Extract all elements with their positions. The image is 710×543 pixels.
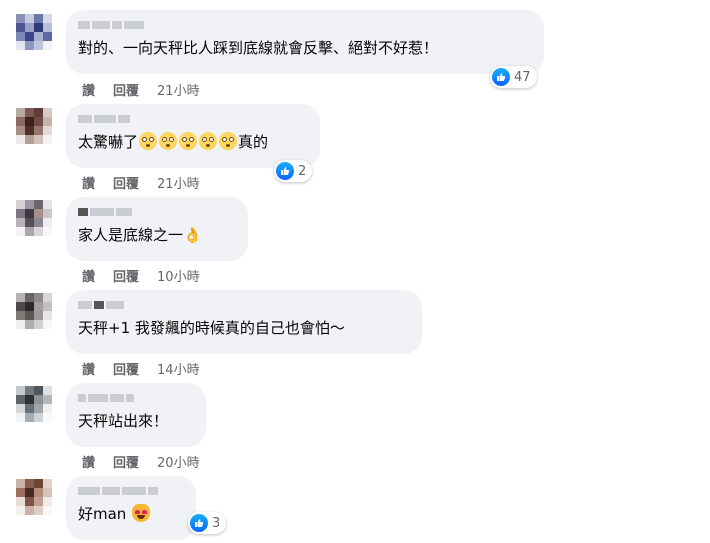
timestamp[interactable]: 20小時	[157, 452, 200, 471]
reply-button[interactable]: 回覆	[113, 80, 139, 99]
flushed-face-icon	[139, 132, 158, 150]
comment-text: 對的、一向天秤比人踩到底線就會反擊、絕對不好惹！	[78, 39, 439, 57]
flushed-face-icon	[219, 132, 238, 150]
like-icon	[276, 162, 294, 180]
timestamp[interactable]: 21小時	[157, 80, 200, 99]
comment-text-main: 好man	[78, 505, 127, 523]
avatar[interactable]	[16, 293, 52, 329]
like-button[interactable]: 讚	[82, 80, 95, 99]
avatar[interactable]	[16, 200, 52, 236]
comment-bubble: 家人是底線之一👌	[66, 197, 248, 261]
comment-bubble: 天秤站出來！	[66, 383, 206, 447]
avatar[interactable]	[16, 14, 52, 50]
like-button[interactable]: 讚	[82, 173, 95, 192]
reaction-count-value: 3	[212, 515, 221, 531]
flushed-face-icon	[199, 132, 218, 150]
author-name-blurred[interactable]	[78, 112, 308, 126]
author-name-blurred[interactable]	[78, 18, 532, 32]
timestamp[interactable]: 21小時	[157, 173, 200, 192]
like-button[interactable]: 讚	[82, 359, 95, 378]
comment-bubble: 太驚嚇了 真的	[66, 104, 320, 168]
avatar[interactable]	[16, 108, 52, 144]
like-button[interactable]: 讚	[82, 452, 95, 471]
author-name-blurred[interactable]	[78, 484, 184, 498]
comment-actions: 讚 回覆 10小時	[82, 266, 200, 285]
comment-bubble: 天秤+1 我發飆的時候真的自己也會怕～	[66, 290, 422, 354]
author-name-blurred[interactable]	[78, 298, 410, 312]
comment-text: 天秤+1 我發飆的時候真的自己也會怕～	[78, 319, 345, 337]
comment-text: 太驚嚇了 真的	[78, 132, 308, 152]
comment-text-suffix: 真的	[238, 133, 269, 151]
flushed-face-icon	[179, 132, 198, 150]
flushed-face-icon	[159, 132, 178, 150]
author-name-blurred[interactable]	[78, 391, 194, 405]
reaction-count-value: 47	[514, 69, 531, 85]
reply-button[interactable]: 回覆	[113, 266, 139, 285]
reaction-count-value: 2	[298, 163, 307, 179]
smiling-cat-heart-eyes-icon	[132, 504, 151, 522]
like-button[interactable]: 讚	[82, 266, 95, 285]
avatar[interactable]	[16, 479, 52, 515]
comment-text-main: 家人是底線之一	[78, 226, 184, 244]
reply-button[interactable]: 回覆	[113, 359, 139, 378]
reaction-count[interactable]: 3	[188, 512, 227, 534]
comment-bubble: 對的、一向天秤比人踩到底線就會反擊、絕對不好惹！	[66, 10, 544, 74]
reply-button[interactable]: 回覆	[113, 452, 139, 471]
comment-actions: 讚 回覆 20小時	[82, 452, 200, 471]
reaction-count[interactable]: 2	[274, 160, 313, 182]
timestamp[interactable]: 14小時	[157, 359, 200, 378]
comment-actions: 讚 回覆 14小時	[82, 359, 200, 378]
like-icon	[492, 68, 510, 86]
comment-bubble: 好man	[66, 476, 196, 540]
comment-text: 天秤站出來！	[78, 412, 169, 430]
comment-actions: 讚 回覆 21小時	[82, 173, 200, 192]
comment-text-prefix: 太驚嚇了	[78, 133, 139, 151]
timestamp[interactable]: 10小時	[157, 266, 200, 285]
reaction-count[interactable]: 47	[490, 66, 537, 88]
avatar[interactable]	[16, 386, 52, 422]
comment-text: 好man	[78, 504, 184, 524]
like-icon	[190, 514, 208, 532]
comment-text: 家人是底線之一👌	[78, 225, 236, 245]
comment-actions: 讚 回覆 21小時	[82, 80, 200, 99]
author-name-blurred[interactable]	[78, 205, 236, 219]
ok-hand-icon: 👌	[183, 226, 202, 244]
reply-button[interactable]: 回覆	[113, 173, 139, 192]
